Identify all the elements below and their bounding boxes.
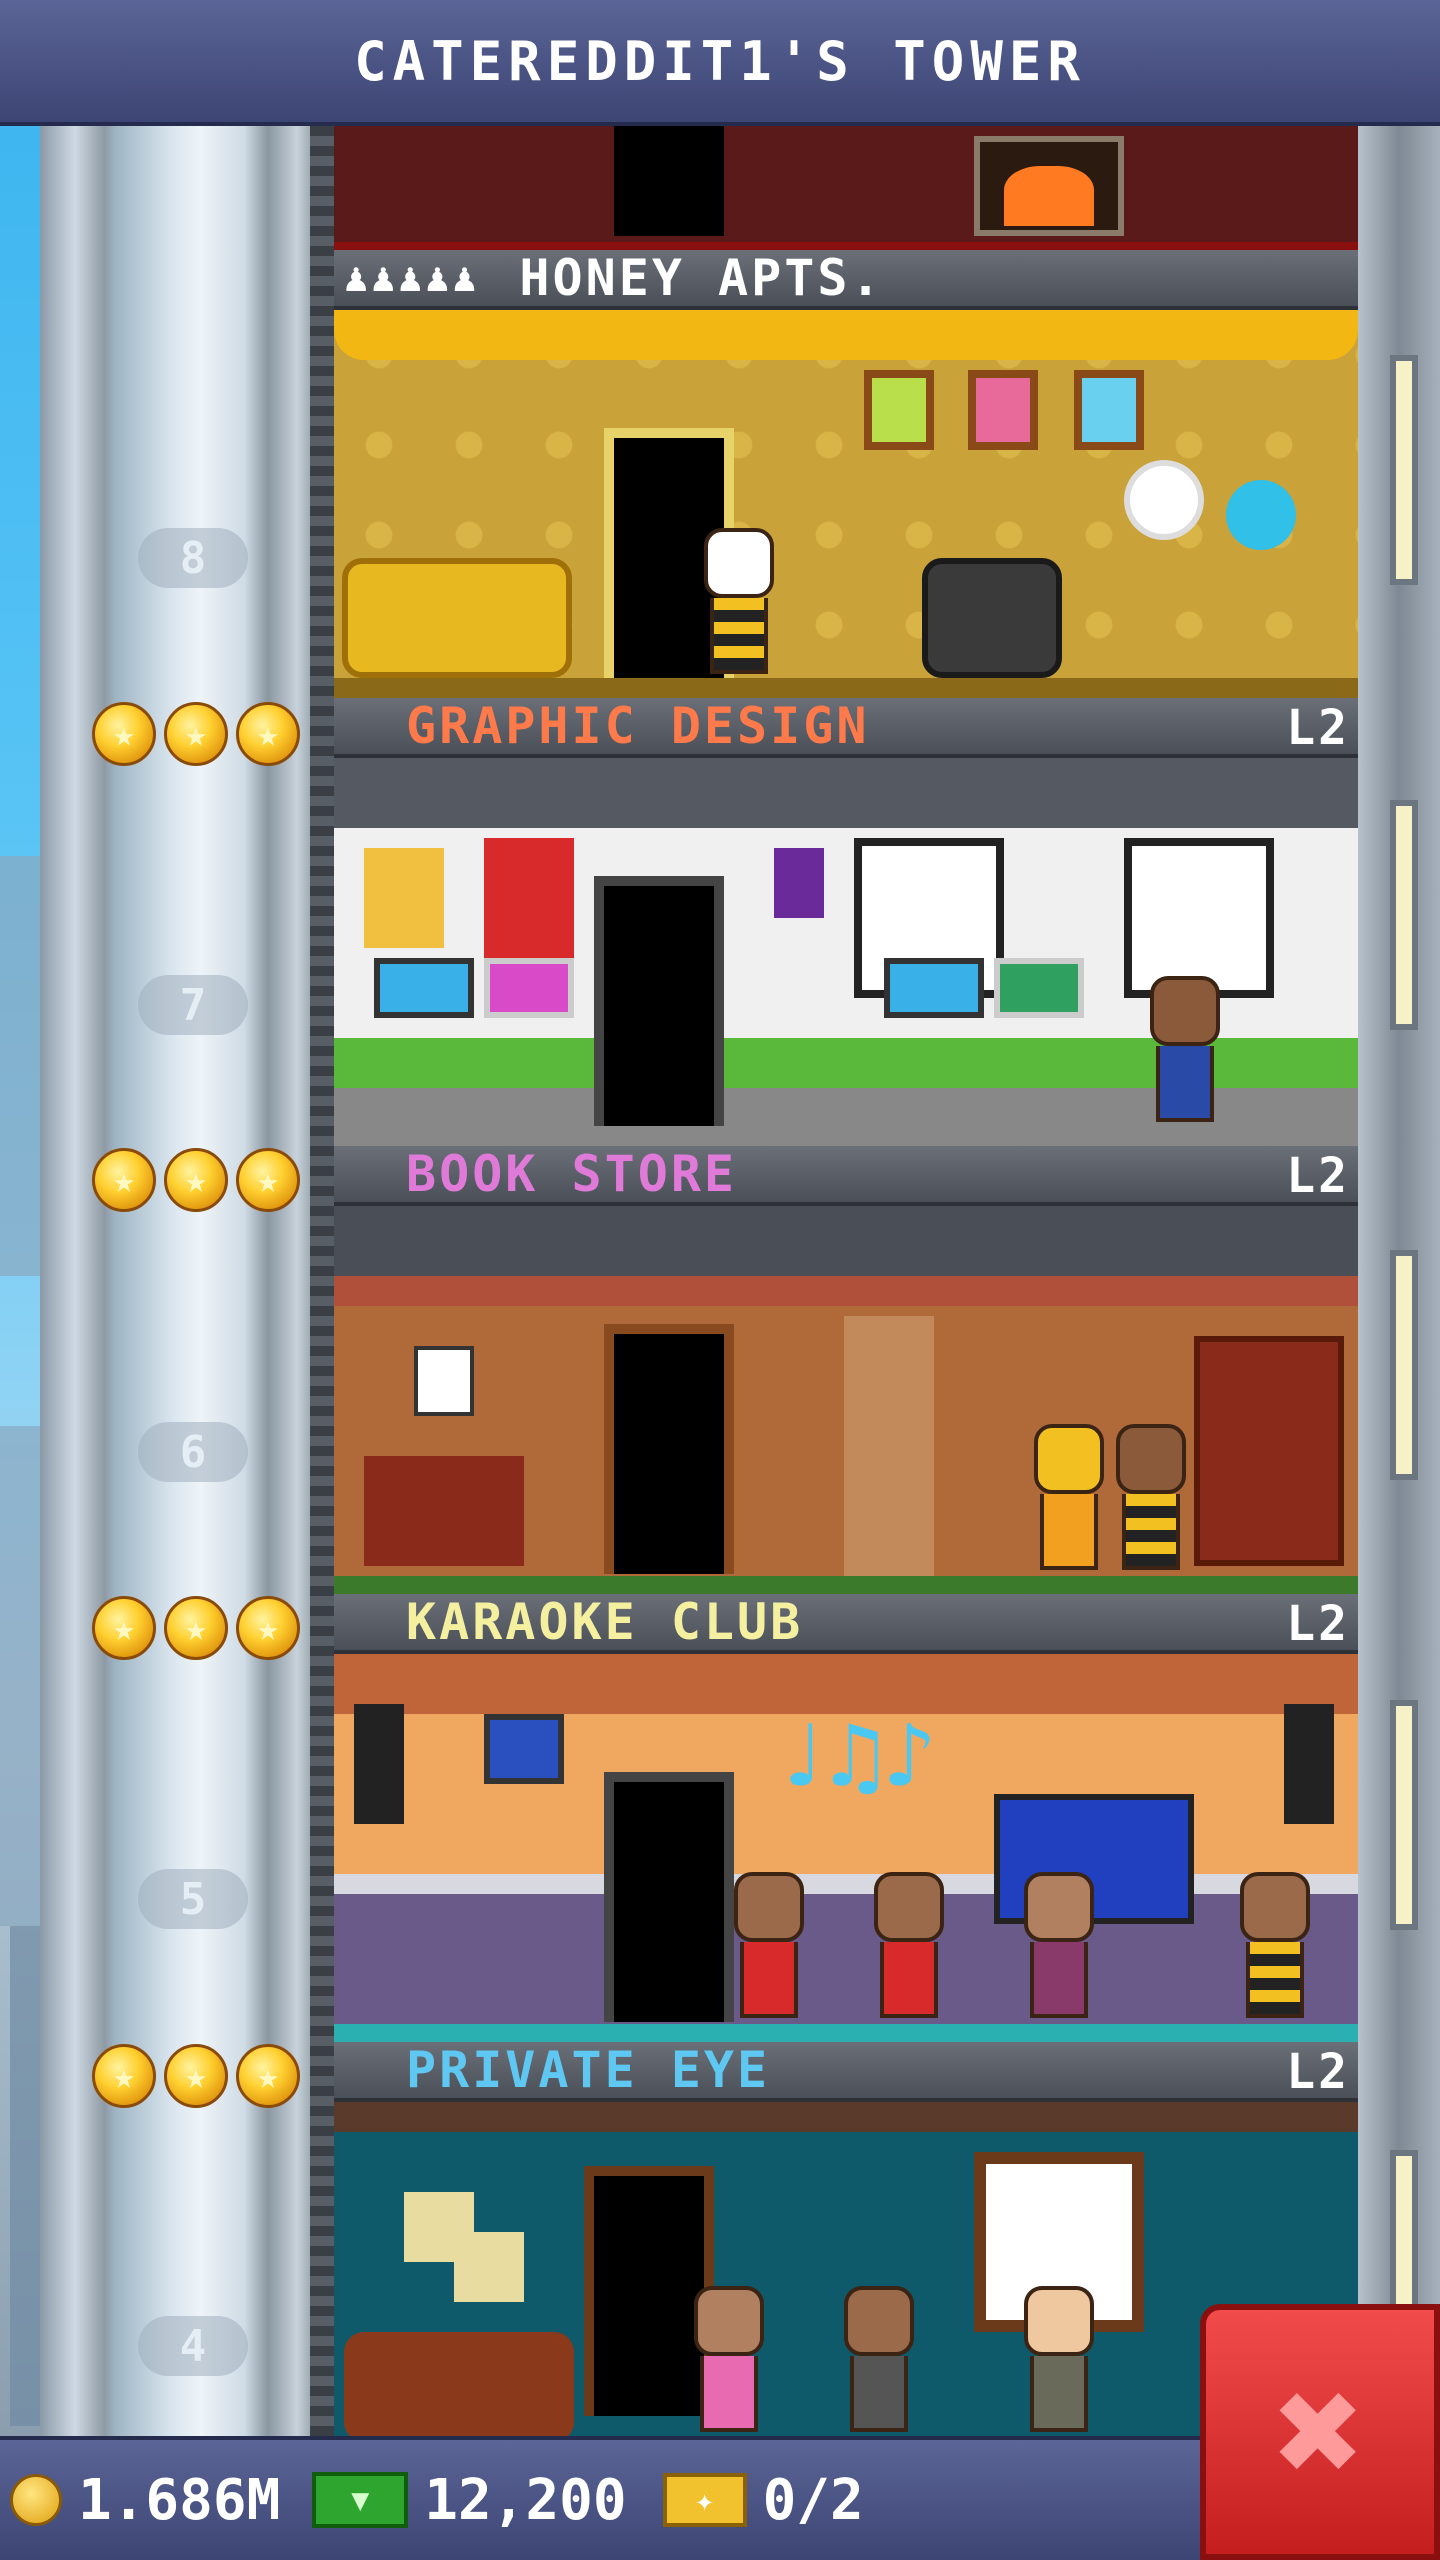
graphic-design-room[interactable]	[334, 758, 1358, 1146]
star-icon: ★	[92, 1148, 156, 1212]
floor-level: L2	[1286, 1596, 1350, 1652]
bookshelf	[364, 1456, 524, 1566]
tickets-value: 0/2	[762, 2467, 864, 2533]
tower-title-bar: CATEREDDIT1'S TOWER	[0, 0, 1440, 126]
bitizen[interactable]	[1150, 976, 1220, 1126]
bitizen[interactable]	[734, 1872, 804, 2022]
computer-monitor	[374, 958, 474, 1018]
star-icon: ★	[92, 702, 156, 766]
close-icon: ✖	[1274, 2345, 1366, 2519]
close-button[interactable]: ✖	[1200, 2304, 1440, 2560]
ticket-icon: ✦	[662, 2473, 747, 2527]
picture-frame	[968, 370, 1038, 450]
picture-frame	[1074, 370, 1144, 450]
floor-number-5: 5	[138, 1869, 248, 1929]
sign	[414, 1346, 474, 1416]
window	[1124, 838, 1274, 998]
pillar	[844, 1316, 934, 1576]
tower-window	[1390, 1250, 1418, 1480]
flower	[1226, 480, 1296, 550]
bux-icon: ▼	[312, 2472, 409, 2528]
speaker	[1284, 1704, 1334, 1824]
door	[604, 1772, 734, 2022]
stars-karaoke-club: ★ ★ ★	[92, 1596, 300, 1660]
door	[604, 1324, 734, 1574]
bitizen[interactable]	[694, 2286, 764, 2436]
tower-window	[1390, 355, 1418, 585]
floor-graphic-design[interactable]: GRAPHIC DESIGN L2	[334, 697, 1358, 1146]
elevator-rail	[310, 126, 334, 2436]
couch	[342, 558, 572, 678]
screen	[484, 1714, 564, 1784]
star-icon: ★	[164, 1148, 228, 1212]
tower-window	[1390, 1700, 1418, 1930]
music-notes-icon: ♩♫♪	[774, 1704, 937, 1809]
stars-private-eye: ★ ★ ★	[92, 2044, 300, 2108]
floor-level: L2	[1286, 700, 1350, 756]
residents-icons: ♟♟♟♟♟	[344, 255, 480, 301]
star-icon: ★	[236, 1148, 300, 1212]
flower	[1124, 460, 1204, 540]
bitizen[interactable]	[1024, 1872, 1094, 2022]
partial-floor-room[interactable]	[334, 126, 1358, 250]
floor-number-6: 6	[138, 1422, 248, 1482]
karaoke-club-room[interactable]: ♩♫♪	[334, 1654, 1358, 2042]
bitizen[interactable]	[1024, 2286, 1094, 2436]
floor-number-4: 4	[138, 2316, 248, 2376]
computer-monitor	[884, 958, 984, 1018]
floor-banner: PRIVATE EYE L2	[334, 2041, 1358, 2102]
floor-name: HONEY APTS.	[519, 249, 884, 307]
door	[594, 876, 724, 1126]
poster	[774, 848, 824, 918]
couch	[344, 2332, 574, 2436]
tower-window	[1390, 800, 1418, 1030]
star-icon: ★	[236, 702, 300, 766]
floor-name: KARAOKE CLUB	[406, 1593, 804, 1651]
floor-book-store[interactable]: BOOK STORE L2	[334, 1145, 1358, 1594]
computer-monitor	[994, 958, 1084, 1018]
coin-icon	[10, 2474, 62, 2526]
floor-name: BOOK STORE	[406, 1145, 738, 1203]
star-icon: ★	[92, 1596, 156, 1660]
floor-level: L2	[1286, 1148, 1350, 1204]
floor-banner: BOOK STORE L2	[334, 1145, 1358, 1206]
floor-banner: ♟♟♟♟♟ HONEY APTS.	[334, 249, 1358, 310]
poster	[484, 838, 574, 958]
star-icon: ★	[164, 2044, 228, 2108]
stars-book-store: ★ ★ ★	[92, 1148, 300, 1212]
bitizen[interactable]	[844, 2286, 914, 2436]
bookshelf	[1194, 1336, 1344, 1566]
armchair	[922, 558, 1062, 678]
computer-monitor	[484, 958, 574, 1018]
floor-honey-apts[interactable]: ♟♟♟♟♟ HONEY APTS.	[334, 249, 1358, 698]
floor-name: GRAPHIC DESIGN	[406, 697, 870, 755]
floor-level: L2	[1286, 2044, 1350, 2100]
picture-frame	[864, 370, 934, 450]
star-icon: ★	[236, 2044, 300, 2108]
floor-banner: GRAPHIC DESIGN L2	[334, 697, 1358, 758]
floor-number-7: 7	[138, 975, 248, 1035]
coins-value: 1.686M	[78, 2467, 281, 2533]
star-icon: ★	[92, 2044, 156, 2108]
poster	[364, 848, 444, 948]
bitizen[interactable]	[1034, 1424, 1104, 1574]
bux-value: 12,200	[424, 2467, 627, 2533]
tower-title: CATEREDDIT1'S TOWER	[354, 29, 1086, 93]
floor-banner: KARAOKE CLUB L2	[334, 1593, 1358, 1654]
floor-number-8: 8	[138, 528, 248, 588]
star-icon: ★	[164, 1596, 228, 1660]
bitizen[interactable]	[1116, 1424, 1186, 1574]
book-store-room[interactable]	[334, 1206, 1358, 1594]
floor-karaoke-club[interactable]: KARAOKE CLUB L2 ♩♫♪	[334, 1593, 1358, 2042]
bitizen[interactable]	[704, 528, 774, 678]
speaker	[354, 1704, 404, 1824]
stars-graphic-design: ★ ★ ★	[92, 702, 300, 766]
honey-apts-room[interactable]	[334, 310, 1358, 698]
floor-name: PRIVATE EYE	[406, 2041, 771, 2099]
star-icon: ★	[164, 702, 228, 766]
notice	[454, 2232, 524, 2302]
bitizen[interactable]	[1240, 1872, 1310, 2022]
star-icon: ★	[236, 1596, 300, 1660]
bitizen[interactable]	[874, 1872, 944, 2022]
